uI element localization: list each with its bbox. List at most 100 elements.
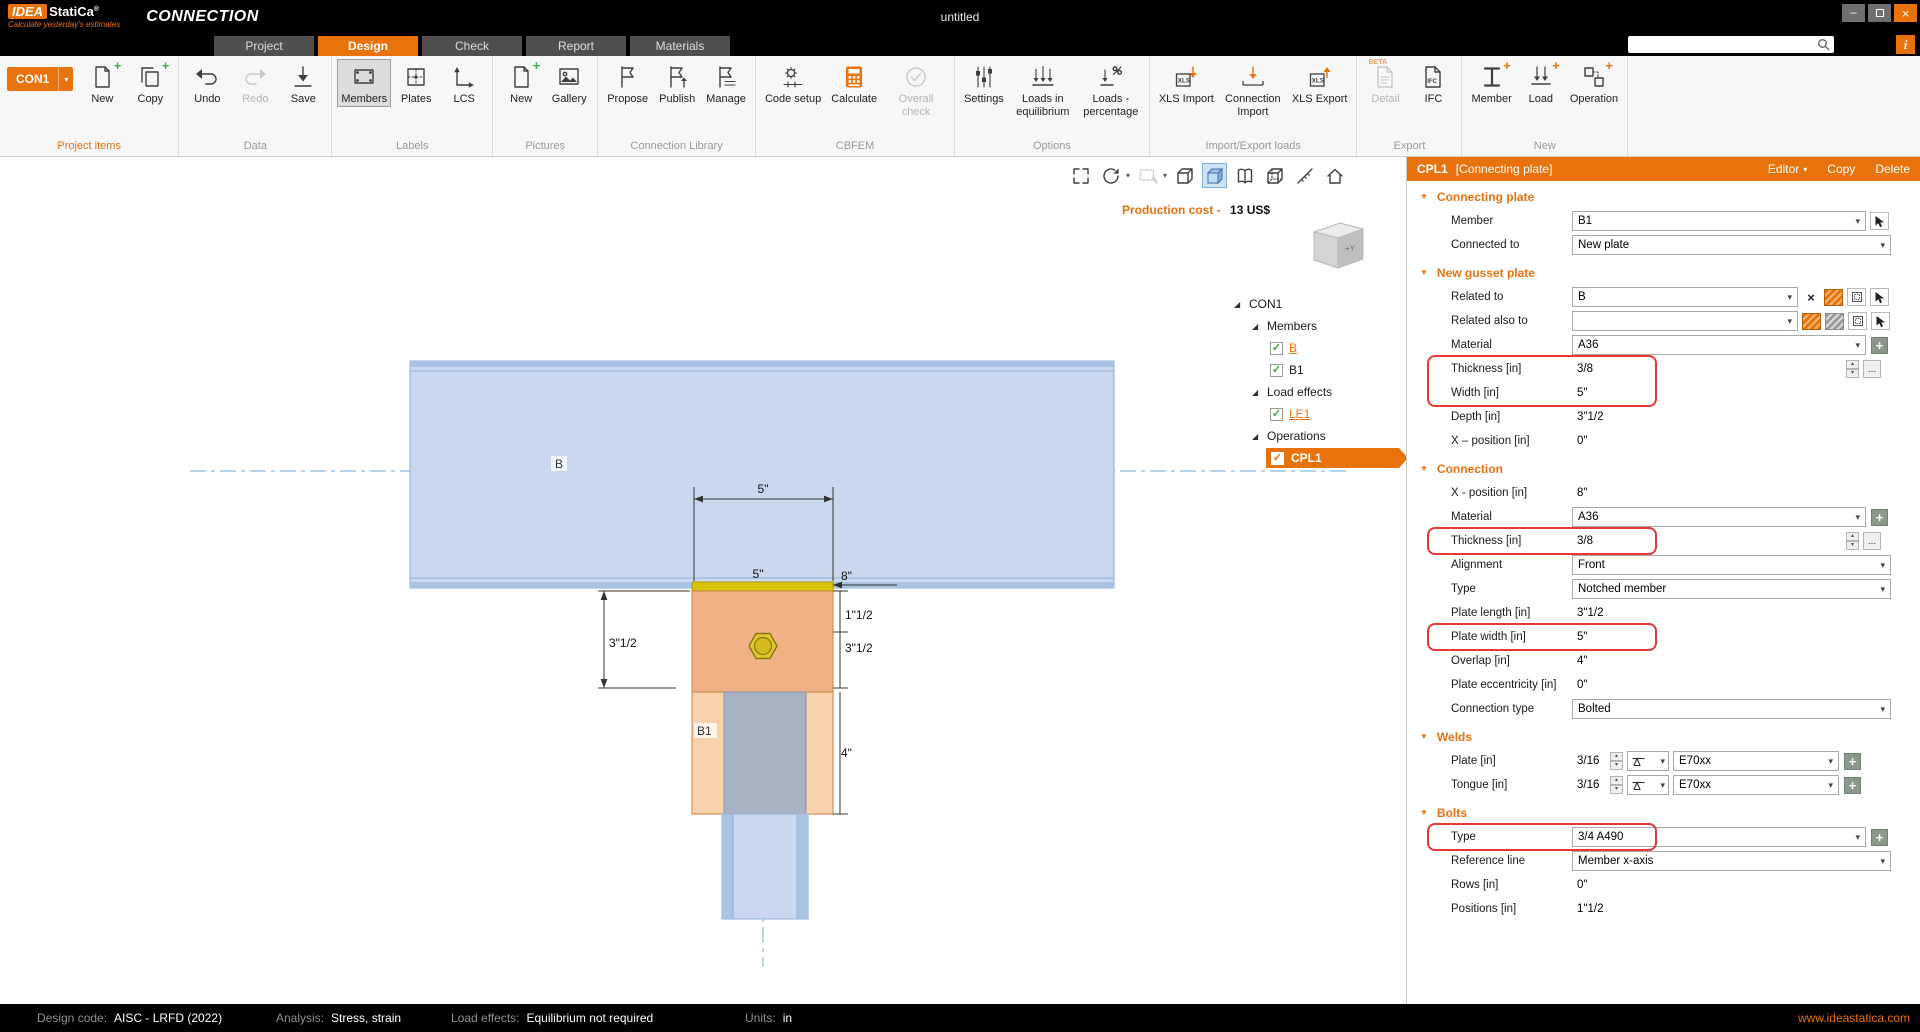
spin-down-icon[interactable]: ▾ (1610, 785, 1623, 794)
ribbon-load-button[interactable]: +Load (1518, 59, 1564, 107)
section-welds[interactable]: ▼Welds (1407, 724, 1920, 749)
tree-node-con1[interactable]: ◢CON1 (1230, 293, 1406, 315)
ribbon-save-button[interactable]: Save (280, 59, 326, 107)
zoom-fit-button[interactable] (1068, 163, 1093, 188)
ribbon-xls-export-button[interactable]: XLSXLS Export (1288, 59, 1352, 107)
more-options-button[interactable]: ... (1863, 360, 1881, 378)
related-to-dropdown[interactable]: B▾ (1572, 287, 1798, 307)
value-spinner[interactable]: ▴▾ (1610, 752, 1623, 770)
tree-expander-icon[interactable]: ◢ (1252, 322, 1261, 331)
remove-icon[interactable]: × (1802, 289, 1820, 306)
thickness-in-value[interactable]: 3/8 (1572, 535, 1844, 547)
notes-button[interactable] (1232, 163, 1257, 188)
tongue-in-value[interactable]: 3/16 (1572, 779, 1608, 791)
ribbon-member-button[interactable]: +Member (1467, 59, 1515, 107)
frame-icon[interactable] (1848, 312, 1867, 330)
ribbon-new-button[interactable]: +New (79, 59, 125, 107)
reference-line-dropdown[interactable]: Member x-axis▾ (1572, 851, 1891, 871)
column-member-b1[interactable] (722, 814, 808, 919)
spin-up-icon[interactable]: ▴ (1846, 532, 1859, 541)
related-also-to-dropdown[interactable]: ▾ (1572, 311, 1798, 331)
tree-node-b[interactable]: ✓B (1230, 337, 1406, 359)
tab-report[interactable]: Report (526, 36, 626, 56)
x-position-in-value[interactable]: 0" (1572, 435, 1872, 447)
ribbon-copy-button[interactable]: +Copy (127, 59, 173, 107)
ribbon-gallery-button[interactable]: Gallery (546, 59, 592, 107)
ribbon-settings-button[interactable]: Settings (960, 59, 1008, 107)
plate-side-icon[interactable] (1825, 313, 1844, 330)
overlap-in-value[interactable]: 4" (1572, 655, 1872, 667)
view-cube[interactable]: +Y (1300, 215, 1372, 280)
bolt[interactable] (749, 634, 777, 659)
alignment-dropdown[interactable]: Front▾ (1572, 555, 1891, 575)
value-spinner[interactable]: ▴▾ (1846, 360, 1859, 378)
section-connecting-plate[interactable]: ▼Connecting plate (1407, 184, 1920, 209)
section-bolts[interactable]: ▼Bolts (1407, 800, 1920, 825)
add-item-button[interactable]: + (1844, 777, 1861, 794)
plate-length-in-value[interactable]: 3"1/2 (1572, 607, 1872, 619)
type-dropdown[interactable]: 3/4 A490▾ (1572, 827, 1866, 847)
spin-up-icon[interactable]: ▴ (1610, 752, 1623, 761)
add-item-button[interactable]: + (1844, 753, 1861, 770)
pick-in-scene-button[interactable] (1870, 212, 1889, 230)
plate-width-in-value[interactable]: 5" (1572, 631, 1872, 643)
section-new-gusset-plate[interactable]: ▼New gusset plate (1407, 260, 1920, 285)
weld-material-dropdown[interactable]: E70xx▾ (1673, 751, 1839, 771)
minimize-button[interactable]: – (1842, 4, 1865, 22)
website-link[interactable]: www.ideastatica.com (1798, 1011, 1910, 1025)
plate-side-active-icon[interactable] (1824, 289, 1843, 306)
ribbon-undo-button[interactable]: Undo (184, 59, 230, 107)
checkbox-checked-icon[interactable]: ✓ (1271, 452, 1284, 465)
chevron-down-icon[interactable]: ▾ (58, 67, 73, 91)
add-item-button[interactable]: + (1871, 509, 1888, 526)
type-dropdown[interactable]: Notched member▾ (1572, 579, 1891, 599)
ribbon-plates-button[interactable]: Plates (393, 59, 439, 107)
value-spinner[interactable]: ▴▾ (1610, 776, 1623, 794)
model-canvas[interactable]: 5" 3"1/2 5" 8" 1"1/2 3"1/2 4" (0, 157, 1406, 1004)
connection-selector[interactable]: CON1▾ (7, 67, 73, 91)
chevron-down-icon[interactable]: ▾ (1126, 171, 1130, 180)
home-view-button[interactable] (1322, 163, 1347, 188)
connection-drawing[interactable]: 5" 3"1/2 5" 8" 1"1/2 3"1/2 4" (0, 157, 1405, 1004)
ribbon-calculate-button[interactable]: Calculate (827, 59, 881, 107)
ribbon-publish-button[interactable]: Publish (654, 59, 700, 107)
tab-project[interactable]: Project (214, 36, 314, 56)
connection-type-dropdown[interactable]: Bolted▾ (1572, 699, 1891, 719)
ribbon-members-button[interactable]: Members (337, 59, 391, 107)
view-wireframe-button[interactable] (1172, 163, 1197, 188)
ribbon-xls-import-button[interactable]: XLSXLS Import (1155, 59, 1218, 107)
ribbon-code-setup-button[interactable]: Code setup (761, 59, 825, 107)
info-button[interactable]: i (1896, 35, 1915, 54)
tree-expander-icon[interactable]: ◢ (1252, 388, 1261, 397)
chevron-down-icon[interactable]: ▾ (1163, 171, 1167, 180)
spin-up-icon[interactable]: ▴ (1610, 776, 1623, 785)
ribbon-loads-percentage-button[interactable]: Loads - percentage (1078, 59, 1144, 119)
orbit-button[interactable] (1098, 163, 1123, 188)
rows-in-value[interactable]: 0" (1572, 879, 1872, 891)
x-position-in-value[interactable]: 8" (1572, 487, 1872, 499)
plate-eccentricity-in-value[interactable]: 0" (1572, 679, 1872, 691)
beam-member-b[interactable] (410, 361, 1114, 588)
spin-down-icon[interactable]: ▾ (1610, 761, 1623, 770)
tab-design[interactable]: Design (318, 36, 418, 56)
tree-node-operations[interactable]: ◢Operations (1230, 425, 1406, 447)
spin-down-icon[interactable]: ▾ (1846, 369, 1859, 378)
copy-operation-button[interactable]: Copy (1827, 162, 1855, 176)
connected-to-dropdown[interactable]: New plate▾ (1572, 235, 1891, 255)
tab-check[interactable]: Check (422, 36, 522, 56)
width-in-value[interactable]: 5" (1572, 387, 1872, 399)
maximize-button[interactable] (1868, 4, 1891, 22)
ribbon-manage-button[interactable]: Manage (702, 59, 750, 107)
add-item-button[interactable]: + (1871, 337, 1888, 354)
frame-icon[interactable] (1847, 288, 1866, 306)
ribbon-loads-in-equilibrium-button[interactable]: Loads in equilibrium (1010, 59, 1076, 119)
ribbon-operation-button[interactable]: +Operation (1566, 59, 1622, 107)
tab-materials[interactable]: Materials (630, 36, 730, 56)
measure-button[interactable] (1292, 163, 1317, 188)
delete-operation-button[interactable]: Delete (1875, 162, 1910, 176)
more-options-button[interactable]: ... (1863, 532, 1881, 550)
material-dropdown[interactable]: A36▾ (1572, 507, 1866, 527)
plate-in-value[interactable]: 3/16 (1572, 755, 1608, 767)
close-button[interactable]: × (1894, 4, 1917, 22)
view-solid-button[interactable] (1202, 163, 1227, 188)
